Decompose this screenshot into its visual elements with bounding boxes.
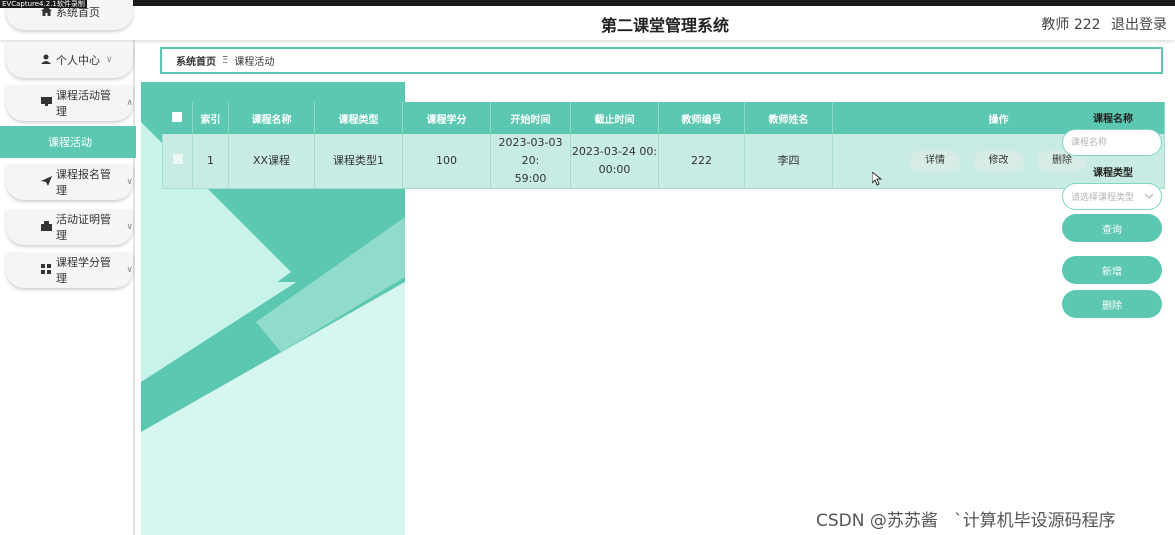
- sidebar-item-label: 课程报名管理: [56, 168, 111, 197]
- mouse-cursor-icon: [871, 170, 883, 189]
- chevron-down-icon: [1144, 192, 1154, 202]
- sidebar-item-label: 活动证明管理: [56, 213, 111, 242]
- certificate-icon: [40, 220, 52, 234]
- column-header: 教师编号: [658, 102, 745, 134]
- batch-delete-button[interactable]: 删除: [1062, 290, 1162, 318]
- course-type-placeholder: 请选择课程类型: [1071, 193, 1135, 203]
- chevron-down-icon: ∨: [126, 265, 133, 275]
- add-button[interactable]: 新增: [1062, 256, 1162, 284]
- course-type-label: 课程类型: [1093, 168, 1133, 179]
- breadcrumb-current: 课程活动: [234, 57, 275, 68]
- course-activity-table: 索引 课程名称 课程类型 课程学分 开始时间 截止时间 教师编号 教师姓名 操作…: [162, 102, 1165, 189]
- course-type-select[interactable]: 请选择课程类型: [1062, 183, 1162, 210]
- sidebar-item-credits[interactable]: 课程学分管理 ∨: [6, 252, 133, 288]
- logout-link[interactable]: 退出登录: [1111, 17, 1167, 33]
- sidebar-item-personal[interactable]: 个人中心 ∨: [6, 42, 133, 78]
- sidebar-item-label: 课程学分管理: [56, 256, 111, 285]
- chevron-down-icon: ∨: [126, 177, 133, 187]
- cell-teacher-no: 222: [658, 134, 745, 189]
- column-header: 索引: [192, 102, 229, 134]
- cell-teacher-name: 李四: [744, 134, 833, 189]
- cell-index: 1: [192, 134, 229, 189]
- app-title: 第二课堂管理系统: [600, 16, 729, 35]
- column-header: 课程名称: [228, 102, 315, 134]
- end-time-line: 2023-03-24 00:: [571, 145, 658, 158]
- top-bar: 第二课堂管理系统 教师 222 退出登录: [0, 0, 1175, 40]
- grid-icon: [40, 263, 52, 277]
- user-icon: [40, 54, 52, 67]
- cell-credit: 100: [402, 134, 491, 189]
- column-header: 教师姓名: [744, 102, 833, 134]
- watermark: CSDN @苏苏酱 `计算机毕设源码程序: [816, 511, 1116, 531]
- breadcrumb: 系统首页 Ξ 课程活动: [160, 47, 1163, 74]
- cell-start-time: 2023-03-03 20: 59:00: [490, 134, 571, 189]
- course-name-input[interactable]: [1062, 129, 1162, 156]
- select-all-checkbox[interactable]: [172, 111, 183, 122]
- column-header: 截止时间: [570, 102, 659, 134]
- chevron-down-icon: ∨: [106, 55, 113, 65]
- chevron-down-icon: ∨: [126, 222, 133, 232]
- sidebar-item-certificate[interactable]: 活动证明管理 ∨: [6, 209, 133, 245]
- cell-end-time: 2023-03-24 00: 00:00: [570, 134, 659, 189]
- current-user: 教师 222: [1041, 17, 1101, 33]
- start-time-line: 59:00: [514, 172, 547, 185]
- column-header: 开始时间: [490, 102, 571, 134]
- breadcrumb-home[interactable]: 系统首页: [176, 53, 216, 68]
- select-all-cell: [162, 102, 193, 134]
- table-header-row: 索引 课程名称 课程类型 课程学分 开始时间 截止时间 教师编号 教师姓名 操作: [162, 102, 1165, 134]
- send-icon: [40, 175, 52, 189]
- sidebar-item-label: 课程活动管理: [56, 89, 111, 118]
- sidebar-item-course-activity[interactable]: 课程活动管理 ∧: [6, 85, 133, 121]
- sidebar-item-label: 个人中心: [56, 54, 100, 67]
- sidebar: 系统首页 个人中心 ∨ 课程活动管理 ∧ 课程活动 课程报名管理 ∨ 活动证明管…: [0, 0, 136, 535]
- user-area: 教师 222 退出登录: [1035, 14, 1167, 34]
- cell-course-type: 课程类型1: [314, 134, 403, 189]
- row-checkbox[interactable]: [172, 154, 183, 164]
- sidebar-item-enrollment[interactable]: 课程报名管理 ∨: [6, 164, 133, 200]
- capture-tag: EVCapture4.2.1软件录制: [0, 0, 87, 8]
- column-header: 课程学分: [402, 102, 491, 134]
- end-time-line: 00:00: [598, 163, 631, 176]
- table-row: 1 XX课程 课程类型1 100 2023-03-03 20: 59:00 20…: [162, 134, 1165, 189]
- start-time-line: 2023-03-03 20:: [498, 136, 563, 167]
- edit-button[interactable]: 修改: [973, 151, 1024, 171]
- sidebar-subitem-course-activity[interactable]: 课程活动: [0, 126, 136, 158]
- detail-button[interactable]: 详情: [910, 151, 960, 171]
- row-select-cell: [162, 134, 193, 189]
- breadcrumb-separator: Ξ: [222, 55, 229, 66]
- course-name-label: 课程名称: [1093, 114, 1133, 125]
- query-button[interactable]: 查询: [1062, 214, 1162, 242]
- cell-course-name: XX课程: [228, 134, 315, 189]
- column-header: 课程类型: [314, 102, 403, 134]
- monitor-icon: [40, 96, 52, 110]
- chevron-up-icon: ∧: [126, 98, 133, 108]
